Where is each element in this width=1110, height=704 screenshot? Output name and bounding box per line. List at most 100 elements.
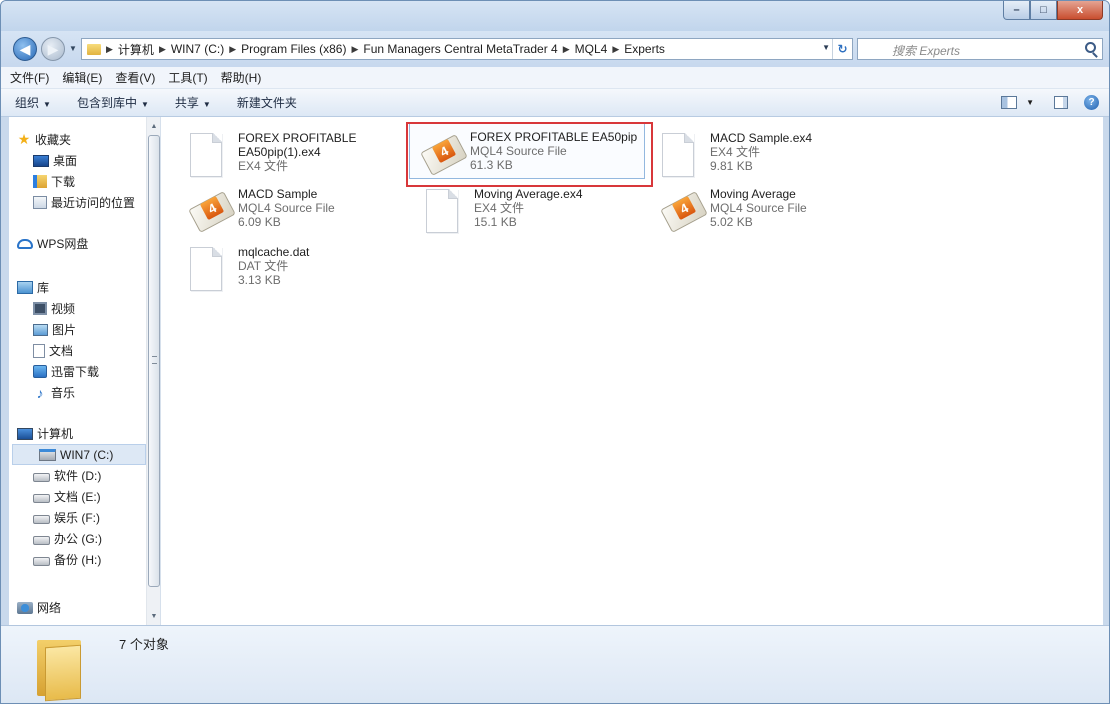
breadcrumb-mql4[interactable]: MQL4 <box>575 42 608 56</box>
sidebar-item-favorites[interactable]: ★ 收藏夹 <box>9 129 135 150</box>
sidebar-item-network[interactable]: 网络 <box>9 597 61 618</box>
sidebar-scrollbar[interactable]: ▲ ▼ <box>146 117 160 625</box>
organize-button[interactable]: 组织 ▼ <box>15 94 51 111</box>
address-dropdown-icon[interactable]: ▼ <box>822 43 830 52</box>
sidebar-item-music[interactable]: ♪ 音乐 <box>9 382 99 403</box>
main-area: ★ 收藏夹 桌面 下载 最近访问的位置 WPS网盘 库 视频 图片 文档 迅雷下载… <box>9 117 1103 625</box>
chevron-down-icon: ▼ <box>43 100 51 109</box>
sidebar-item-drive-g[interactable]: 办公 (G:) <box>9 528 146 549</box>
change-view-icon[interactable] <box>1001 96 1018 109</box>
menu-view[interactable]: 查看(V) <box>115 69 155 86</box>
sidebar-item-videos[interactable]: 视频 <box>9 298 99 319</box>
address-bar[interactable]: ▶ 计算机 ▶ WIN7 (C:) ▶ Program Files (x86) … <box>81 38 853 60</box>
share-button[interactable]: 共享 ▼ <box>175 94 211 111</box>
breadcrumb-computer[interactable]: 计算机 <box>118 41 154 58</box>
favorites-group: ★ 收藏夹 桌面 下载 最近访问的位置 <box>9 129 135 213</box>
drive-icon <box>33 556 50 566</box>
sidebar-item-desktop[interactable]: 桌面 <box>9 150 135 171</box>
sidebar-item-label: 最近访问的位置 <box>51 196 136 210</box>
details-pane: 7 个对象 <box>1 625 1109 703</box>
menu-tools[interactable]: 工具(T) <box>168 69 207 86</box>
breadcrumb-experts[interactable]: Experts <box>624 42 665 56</box>
breadcrumb-separator-icon[interactable]: ▶ <box>229 44 236 55</box>
breadcrumb-separator-icon[interactable]: ▶ <box>351 44 358 55</box>
navigation-bar: ◀ ▶ ▼ ▶ 计算机 ▶ WIN7 (C:) ▶ Program Files … <box>1 31 1109 67</box>
drive-icon <box>33 493 50 503</box>
file-item[interactable]: FOREX PROFITABLE EA50pip(1).ex4 EX4 文件 <box>178 125 414 181</box>
drive-icon <box>33 535 50 545</box>
sidebar-item-libraries[interactable]: 库 <box>9 277 99 298</box>
network-group: 网络 <box>9 597 61 618</box>
sidebar-item-drive-e[interactable]: 文档 (E:) <box>9 486 146 507</box>
computer-group: 计算机 WIN7 (C:) 软件 (D:) 文档 (E:) 娱乐 (F:) 办公… <box>9 423 146 570</box>
generic-file-icon <box>662 133 702 181</box>
refresh-button[interactable]: ↻ <box>832 39 852 59</box>
sidebar-item-label: 文档 (E:) <box>54 490 101 504</box>
file-size: 15.1 KB <box>474 215 517 229</box>
search-icon[interactable] <box>1085 42 1096 53</box>
minimize-button[interactable]: – <box>1003 1 1030 20</box>
sidebar-item-drive-f[interactable]: 娱乐 (F:) <box>9 507 146 528</box>
sidebar-item-label: 桌面 <box>53 154 78 168</box>
breadcrumb-separator-icon[interactable]: ▶ <box>563 44 570 55</box>
breadcrumb-drive-c[interactable]: WIN7 (C:) <box>171 42 224 56</box>
breadcrumb-program-files[interactable]: Program Files (x86) <box>241 42 346 56</box>
sidebar-item-wps[interactable]: WPS网盘 <box>9 233 88 254</box>
share-label: 共享 <box>174 96 199 110</box>
sidebar-item-recent-places[interactable]: 最近访问的位置 <box>9 192 135 213</box>
breadcrumb-metatrader[interactable]: Fun Managers Central MetaTrader 4 <box>363 42 557 56</box>
sidebar-item-computer[interactable]: 计算机 <box>9 423 146 444</box>
sidebar-item-label: 文档 <box>49 344 74 358</box>
sidebar-item-label: 库 <box>37 281 50 295</box>
navigation-pane: ★ 收藏夹 桌面 下载 最近访问的位置 WPS网盘 库 视频 图片 文档 迅雷下载… <box>9 117 161 625</box>
generic-file-icon <box>190 133 230 181</box>
cloud-icon <box>17 238 33 249</box>
menu-bar: 文件(F) 编辑(E) 查看(V) 工具(T) 帮助(H) <box>1 67 1109 89</box>
scroll-down-icon[interactable]: ▼ <box>147 609 160 623</box>
chevron-down-icon[interactable]: ▼ <box>1026 98 1034 107</box>
file-info: FOREX PROFITABLE EA50pip MQL4 Source Fil… <box>470 130 646 172</box>
star-icon: ★ <box>17 131 31 147</box>
sidebar-item-drive-d[interactable]: 软件 (D:) <box>9 465 146 486</box>
menu-help[interactable]: 帮助(H) <box>221 69 262 86</box>
sidebar-item-documents[interactable]: 文档 <box>9 340 99 361</box>
file-name: Moving Average <box>710 187 796 201</box>
file-item[interactable]: mqlcache.dat DAT 文件 3.13 KB <box>178 239 414 295</box>
file-item[interactable]: 4 MACD Sample MQL4 Source File 6.09 KB <box>178 181 414 237</box>
sidebar-item-label: 备份 (H:) <box>54 553 102 567</box>
preview-pane-icon[interactable] <box>1054 96 1068 109</box>
file-type: MQL4 Source File <box>470 144 567 158</box>
sidebar-item-drive-c[interactable]: WIN7 (C:) <box>12 444 146 465</box>
close-button[interactable]: x <box>1057 1 1103 20</box>
file-item[interactable]: 4 Moving Average MQL4 Source File 5.02 K… <box>650 181 886 237</box>
search-input[interactable]: 搜索 Experts <box>892 42 960 59</box>
back-button[interactable]: ◀ <box>13 37 37 61</box>
file-name: FOREX PROFITABLE EA50pip <box>470 130 638 144</box>
menu-file[interactable]: 文件(F) <box>10 69 49 86</box>
forward-button[interactable]: ▶ <box>41 37 65 61</box>
breadcrumb-separator-icon[interactable]: ▶ <box>612 44 619 55</box>
desktop-icon <box>33 154 49 167</box>
maximize-button[interactable]: □ <box>1030 1 1057 20</box>
new-folder-button[interactable]: 新建文件夹 <box>237 94 297 111</box>
sidebar-item-thunder-downloads[interactable]: 迅雷下载 <box>9 361 99 382</box>
sidebar-item-pictures[interactable]: 图片 <box>9 319 99 340</box>
file-item[interactable]: Moving Average.ex4 EX4 文件 15.1 KB <box>414 181 650 237</box>
file-item-selected[interactable]: 4 FOREX PROFITABLE EA50pip MQL4 Source F… <box>409 123 645 179</box>
scroll-up-icon[interactable]: ▲ <box>147 119 160 133</box>
title-bar[interactable]: – □ x <box>1 1 1109 31</box>
breadcrumb-separator-icon[interactable]: ▶ <box>159 44 166 55</box>
help-icon[interactable]: ? <box>1084 95 1099 110</box>
scrollbar-thumb[interactable] <box>148 135 160 587</box>
folder-icon <box>87 43 101 55</box>
recent-pages-dropdown[interactable]: ▼ <box>69 44 77 53</box>
explorer-window: – □ x ◀ ▶ ▼ ▶ 计算机 ▶ WIN7 (C:) ▶ Program … <box>0 0 1110 704</box>
search-box[interactable]: 搜索 Experts <box>857 38 1103 60</box>
menu-edit[interactable]: 编辑(E) <box>62 69 102 86</box>
sidebar-item-drive-h[interactable]: 备份 (H:) <box>9 549 146 570</box>
file-item[interactable]: MACD Sample.ex4 EX4 文件 9.81 KB <box>650 125 886 181</box>
sidebar-item-downloads[interactable]: 下载 <box>9 171 135 192</box>
include-in-library-button[interactable]: 包含到库中 ▼ <box>77 94 149 111</box>
breadcrumb-separator-icon[interactable]: ▶ <box>106 44 113 55</box>
file-size: 61.3 KB <box>470 158 513 172</box>
